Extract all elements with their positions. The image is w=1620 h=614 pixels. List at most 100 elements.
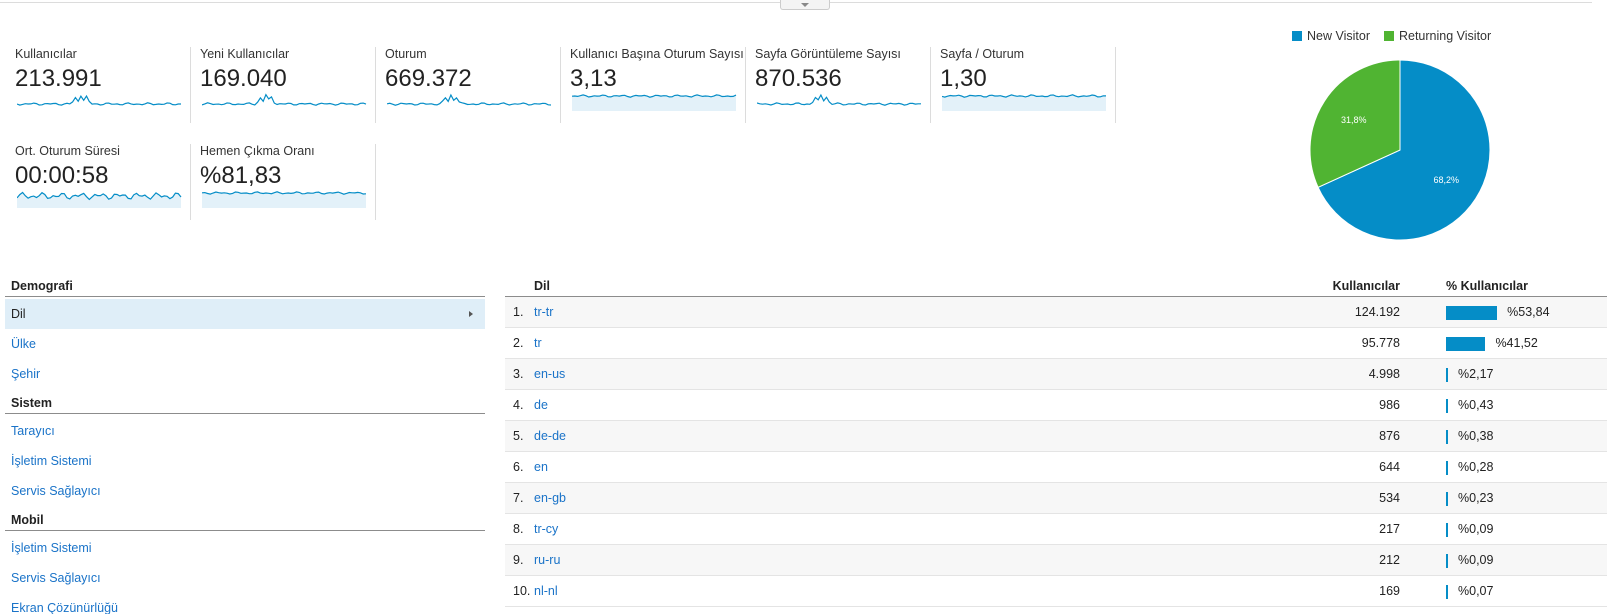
sparkline-line [757, 93, 921, 106]
metric-tile[interactable]: Oturum 669.372 [375, 47, 561, 123]
table-row: 8. tr-cy 217 %0,09 [505, 514, 1607, 545]
row-index: 9. [513, 553, 524, 567]
metric-tile[interactable]: Yeni Kullanıcılar 169.040 [190, 47, 376, 123]
metric-tile[interactable]: Ort. Oturum Süresi 00:00:58 [5, 144, 191, 220]
language-link[interactable]: en-gb [534, 491, 566, 505]
language-link[interactable]: ru-ru [534, 553, 560, 567]
chevron-down-icon [801, 3, 809, 7]
metric-tile[interactable]: Sayfa / Oturum 1,30 [930, 47, 1116, 123]
users-value: 95.778 [1361, 336, 1400, 350]
metric-label: Ort. Oturum Süresi [15, 144, 120, 158]
collapse-toggle[interactable] [780, 0, 830, 10]
nav-item[interactable]: Ülke [5, 329, 485, 359]
metric-tile[interactable]: Kullanıcı Başına Oturum Sayısı 3,13 [560, 47, 746, 123]
sparkline-area [202, 191, 366, 208]
metric-value: 1,30 [940, 65, 987, 92]
nav-section-title: Mobil [5, 510, 485, 531]
nav-item[interactable]: Şehir [5, 359, 485, 389]
users-value: 876 [1379, 429, 1400, 443]
nav-item[interactable]: Servis Sağlayıcı [5, 563, 485, 593]
pie-legend: New Visitor Returning Visitor [1292, 29, 1491, 43]
language-link[interactable]: nl-nl [534, 584, 558, 598]
share-pct: %0,43 [1458, 398, 1494, 412]
share-pct: %41,52 [1495, 336, 1538, 350]
language-link[interactable]: tr-cy [534, 522, 558, 536]
row-index: 5. [513, 429, 524, 443]
language-link[interactable]: de [534, 398, 548, 412]
language-link[interactable]: en [534, 460, 548, 474]
table-body: 1. tr-tr 124.192 %53,84 2. tr 95.778 %41,52 3. en… [505, 297, 1607, 607]
header-pct-users[interactable]: % Kullanıcılar [1446, 279, 1528, 293]
nav-item-label: İşletim Sistemi [11, 541, 92, 555]
sparkline-line [942, 94, 1107, 98]
nav-item[interactable]: İşletim Sistemi [5, 446, 485, 476]
share-pct: %0,09 [1458, 522, 1494, 536]
legend-item-new-visitor[interactable]: New Visitor [1292, 29, 1370, 43]
share-bar [1446, 523, 1448, 537]
nav-item[interactable]: Tarayıcı [5, 416, 485, 446]
nav-item-label: İşletim Sistemi [11, 454, 92, 468]
language-link[interactable]: tr [534, 336, 542, 350]
nav-item-label: Ekran Çözünürlüğü [11, 601, 119, 614]
users-value: 4.998 [1368, 367, 1400, 381]
share-bar [1446, 554, 1448, 568]
nav-item-label: Tarayıcı [11, 424, 55, 438]
language-link[interactable]: en-us [534, 367, 565, 381]
language-link[interactable]: de-de [534, 429, 566, 443]
header-dimension[interactable]: Dil [534, 279, 550, 293]
sparkline-line [387, 93, 552, 106]
sparkline [757, 93, 921, 106]
row-index: 4. [513, 398, 524, 412]
row-index: 3. [513, 367, 524, 381]
share-pct: %0,38 [1458, 429, 1494, 443]
nav-item[interactable]: Servis Sağlayıcı [5, 476, 485, 506]
sparkline-area [17, 192, 181, 208]
share-bar [1446, 430, 1448, 444]
nav-section-items: Dil Ülke Şehir [5, 299, 485, 389]
report-nav: Demografi Dil Ülke Şehir Sistem Tarayıcı İşlet… [5, 276, 485, 614]
share-bar [1446, 399, 1448, 413]
metric-tile[interactable]: Hemen Çıkma Oranı %81,83 [190, 144, 376, 220]
nav-section-title: Demografi [5, 276, 485, 297]
legend-label: New Visitor [1307, 29, 1370, 43]
nav-item-label: Şehir [11, 367, 41, 381]
sparkline [17, 191, 182, 208]
language-link[interactable]: tr-tr [534, 305, 553, 319]
nav-section-items: İşletim Sistemi Servis Sağlayıcı Ekran Çöz… [5, 533, 485, 614]
visitor-pie-chart: 68,2% 31,8% [1309, 59, 1491, 241]
metric-value: 169.040 [200, 65, 287, 92]
share-pct: %0,23 [1458, 491, 1494, 505]
header-users[interactable]: Kullanıcılar [1333, 279, 1400, 293]
row-index: 2. [513, 336, 524, 350]
users-value: 644 [1379, 460, 1400, 474]
nav-item[interactable]: İşletim Sistemi [5, 533, 485, 563]
nav-item-label: Servis Sağlayıcı [11, 571, 101, 585]
nav-item[interactable]: Ekran Çözünürlüğü [5, 593, 485, 614]
nav-section-items: Tarayıcı İşletim Sistemi Servis Sağlayıcı [5, 416, 485, 506]
nav-item[interactable]: Dil [5, 299, 485, 329]
pie-slice-label: 31,8% [1341, 115, 1367, 125]
metric-label: Yeni Kullanıcılar [200, 47, 290, 61]
users-value: 212 [1379, 553, 1400, 567]
row-index: 6. [513, 460, 524, 474]
table-row: 2. tr 95.778 %41,52 [505, 328, 1607, 359]
row-index: 8. [513, 522, 524, 536]
legend-item-returning-visitor[interactable]: Returning Visitor [1383, 29, 1491, 43]
metric-tile[interactable]: Kullanıcılar 213.991 [5, 47, 191, 123]
pie-slice-label: 68,2% [1433, 175, 1459, 185]
metric-value: 213.991 [15, 65, 102, 92]
metric-tile[interactable]: Sayfa Görüntüleme Sayısı 870.536 [745, 47, 931, 123]
metric-value: 870.536 [755, 65, 842, 92]
metric-value: 3,13 [570, 65, 617, 92]
legend-swatch [1383, 31, 1394, 41]
share-bar [1446, 585, 1448, 599]
table-row: 4. de 986 %0,43 [505, 390, 1607, 421]
table-row: 1. tr-tr 124.192 %53,84 [505, 297, 1607, 328]
table-header: Dil Kullanıcılar % Kullanıcılar [505, 276, 1607, 297]
metric-value: 00:00:58 [15, 162, 109, 189]
sparkline-line [202, 93, 367, 106]
share-pct: %0,07 [1458, 584, 1494, 598]
table-row: 6. en 644 %0,28 [505, 452, 1607, 483]
users-value: 169 [1379, 584, 1400, 598]
users-value: 124.192 [1354, 305, 1400, 319]
